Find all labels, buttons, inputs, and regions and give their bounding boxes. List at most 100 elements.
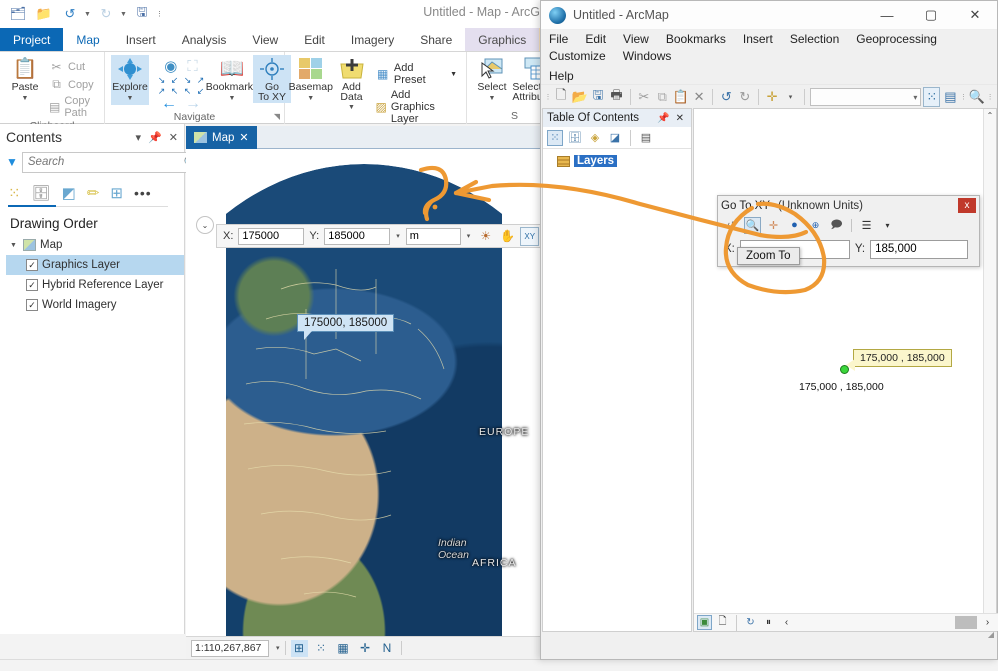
add-preset-button[interactable]: ▦ Add Preset ▼ <box>373 61 461 87</box>
open-table-icon[interactable]: ▦ <box>335 640 352 657</box>
list-by-drawing-order-icon[interactable]: ⁙ <box>547 129 563 146</box>
contents-close-icon[interactable]: ✕ <box>169 131 178 144</box>
previous-extent-icon[interactable]: ← <box>161 96 177 112</box>
open-icon[interactable]: 📂 <box>571 87 588 107</box>
dropdown-icon[interactable]: ▾ <box>879 217 896 234</box>
pause-icon[interactable]: ⏸ <box>761 615 776 630</box>
tab-view[interactable]: View <box>239 28 291 51</box>
scale-dropdown-icon[interactable]: ▾ <box>276 644 280 652</box>
next-extent-icon[interactable]: → <box>185 96 201 112</box>
save-icon[interactable]: 🖫 <box>130 3 154 25</box>
tab-insert[interactable]: Insert <box>113 28 169 51</box>
delete-icon[interactable]: ✕ <box>691 87 707 107</box>
refresh-icon[interactable]: ↻ <box>743 615 758 630</box>
select-dropdown-icon[interactable]: ▼ <box>489 93 496 104</box>
units-input[interactable] <box>405 227 461 245</box>
fixed-zoom-icon[interactable]: ⛶ <box>187 58 198 75</box>
explore-dropdown-icon[interactable]: ▼ <box>127 93 134 104</box>
measure-icon[interactable]: ✛ <box>357 640 374 657</box>
close-button[interactable]: ✕ <box>953 1 997 30</box>
qat-more-icon[interactable]: ⋮ <box>156 10 164 18</box>
toc-pin-icon[interactable]: 📌 <box>654 113 672 124</box>
paste-icon[interactable]: 📋 <box>672 87 689 107</box>
open-project-icon[interactable]: 📁 <box>32 3 56 25</box>
contents-search-box[interactable]: 🔍 ▾ <box>21 151 211 173</box>
tree-item-graphics-layer[interactable]: ✓ Graphics Layer <box>6 255 184 275</box>
tab-project[interactable]: Project <box>0 28 64 51</box>
menu-view[interactable]: View <box>623 32 649 46</box>
graphic-callout[interactable]: 175000, 185000 <box>297 314 395 340</box>
tab-analysis[interactable]: Analysis <box>169 28 240 51</box>
toc-options-icon[interactable]: ▤ <box>638 130 654 146</box>
add-graphics-layer-button[interactable]: ▨ Add Graphics Layer <box>373 88 461 126</box>
paste-dropdown-icon[interactable]: ▼ <box>22 93 29 104</box>
undo-icon[interactable]: ↺ <box>58 3 82 25</box>
tab-imagery[interactable]: Imagery <box>338 28 407 51</box>
map-scale-combo[interactable]: ▾ <box>809 88 922 106</box>
new-doc-icon[interactable]: 🗋 <box>553 87 569 107</box>
bookmarks-button[interactable]: 📖 Bookmarks ▼ <box>206 55 259 105</box>
layer-checkbox[interactable]: ✓ <box>26 299 38 311</box>
add-data-icon[interactable]: ✛ <box>764 87 780 107</box>
flash-icon[interactable]: ● <box>786 217 803 234</box>
select-button[interactable]: Select ▼ <box>473 55 511 105</box>
layout-view-icon[interactable]: 🗋 <box>715 615 730 630</box>
toolbar-grip-3[interactable]: ⋮ <box>987 88 994 106</box>
contents-pin-icon[interactable]: 📌 <box>148 131 162 144</box>
basemap-button[interactable]: Basemap ▼ <box>289 55 333 105</box>
menu-help[interactable]: Help <box>549 69 574 83</box>
python-window-icon[interactable]: ▤ <box>942 87 958 107</box>
bookmarks-dropdown-icon[interactable]: ▼ <box>229 93 236 104</box>
redo-icon[interactable]: ↻ <box>94 3 118 25</box>
pan-hand-icon[interactable]: ✋ <box>498 227 517 246</box>
toc-close-icon[interactable]: ✕ <box>673 113 687 124</box>
toc-root-layers[interactable]: Layers <box>557 155 691 167</box>
copy-button[interactable]: ⧉ Copy <box>46 76 98 93</box>
cut-icon[interactable]: ✂ <box>636 87 652 107</box>
menu-selection[interactable]: Selection <box>790 32 839 46</box>
x-input[interactable] <box>238 227 305 245</box>
map-canvas[interactable]: EUROPE AFRICA Indian Ocean 175000, 18500… <box>186 149 542 636</box>
list-by-snapping-icon[interactable]: ⊞ <box>110 184 123 202</box>
gx-y-input[interactable] <box>870 239 969 259</box>
undo-icon[interactable]: ↺ <box>723 217 740 234</box>
scale-dropdown-icon[interactable]: ▾ <box>913 93 917 102</box>
map-point-callout[interactable]: 175,000 , 185,000 <box>846 349 952 371</box>
y-dropdown-icon[interactable]: ▾ <box>393 231 403 241</box>
add-data-button[interactable]: Add Data ▼ <box>333 55 371 114</box>
goto-xy-close-button[interactable]: x <box>958 198 976 213</box>
list-by-drawing-order-icon[interactable]: ⁙ <box>8 184 21 202</box>
filter-icon[interactable]: ▼ <box>6 155 18 169</box>
tree-item-world-imagery[interactable]: ✓ World Imagery <box>6 295 184 315</box>
menu-insert[interactable]: Insert <box>743 32 773 46</box>
maximize-button[interactable]: ▢ <box>909 1 953 30</box>
arcmap-data-view[interactable]: ⌃ 175,000 , 185,000 175,000 , 185,000 ▣ … <box>693 108 998 632</box>
menu-geoprocessing[interactable]: Geoprocessing <box>856 32 937 46</box>
list-by-visibility-icon[interactable]: ◈ <box>587 130 603 146</box>
tab-map[interactable]: Map <box>63 28 113 51</box>
copy-path-button[interactable]: ▤ Copy Path <box>46 94 98 120</box>
next-icon[interactable]: › <box>980 615 995 630</box>
xy-format-icon[interactable]: XY <box>520 226 540 246</box>
explore-button[interactable]: Explore ▼ <box>111 55 149 105</box>
list-by-data-source-icon[interactable]: 🗄 <box>32 184 51 202</box>
list-by-editing-icon[interactable]: ✏ <box>87 184 100 202</box>
tab-share[interactable]: Share <box>407 28 465 51</box>
scroll-up-icon[interactable]: ⌃ <box>984 109 996 122</box>
resize-grip-icon[interactable]: ◢ <box>988 630 994 639</box>
zoom-direction-grid[interactable]: ↘ ↙ ↘ ↗ ↗ ↖ ↖ ↙ <box>155 75 207 97</box>
map-scale-box[interactable]: 1:110,267,867 <box>191 639 269 657</box>
list-by-source-icon[interactable]: 🗄 <box>567 130 583 146</box>
menu-bookmarks[interactable]: Bookmarks <box>666 32 726 46</box>
layer-checkbox[interactable]: ✓ <box>26 259 38 271</box>
navigate-dialog-launcher-icon[interactable]: ◥ <box>274 110 280 123</box>
menu-file[interactable]: File <box>549 32 568 46</box>
add-data-dropdown-icon[interactable]: ▾ <box>782 87 798 107</box>
north-arrow-icon[interactable]: N <box>379 640 396 657</box>
tab-graphics[interactable]: Graphics <box>465 28 540 51</box>
pro-goto-xy-toolbar[interactable]: X: Y: ▾ ▾ ☀ ✋ XY ▾ <box>216 224 557 248</box>
new-project-icon[interactable]: 🗂 <box>6 3 30 25</box>
menu-edit[interactable]: Edit <box>585 32 606 46</box>
contents-menu-icon[interactable]: ▾ <box>136 131 142 144</box>
minimize-button[interactable]: — <box>865 1 909 30</box>
